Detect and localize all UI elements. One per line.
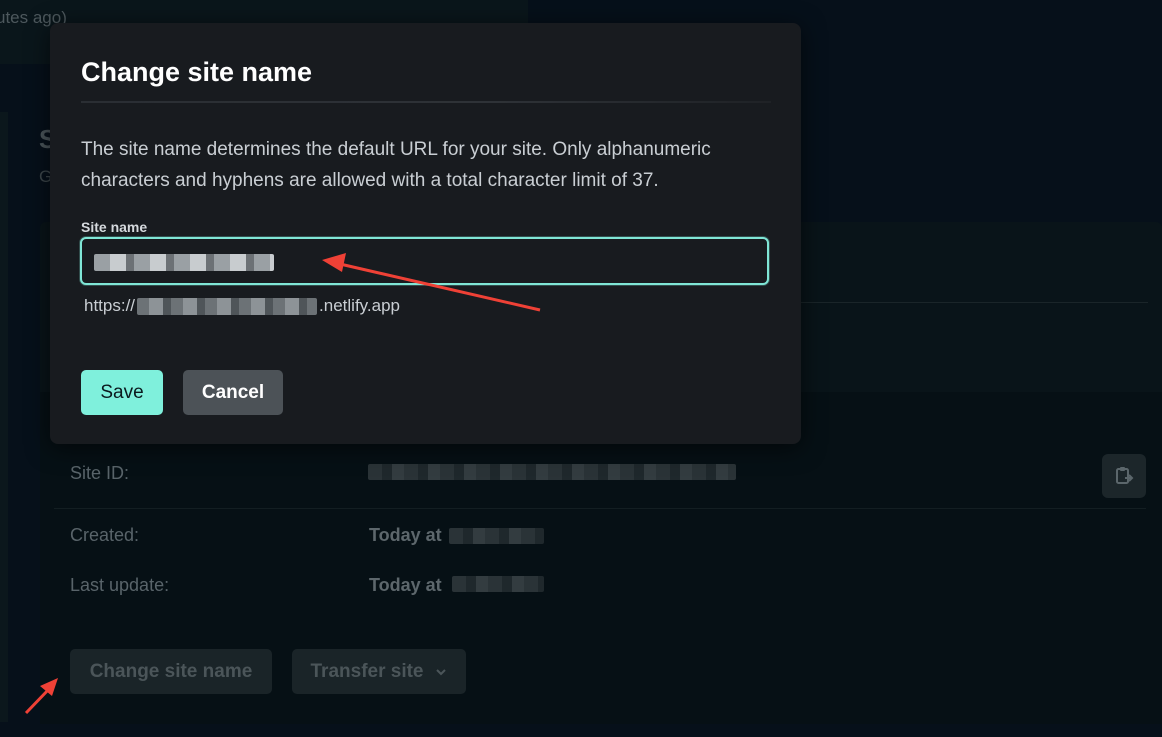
change-site-name-dialog: Change site name The site name determine… [50,23,801,444]
row-divider [54,508,1146,509]
page: utes ago) S G Site ID: Created: Today at… [0,0,1162,737]
clipboard-copy-icon [1116,467,1134,484]
cancel-button[interactable]: Cancel [183,370,283,415]
site-id-label: Site ID: [70,463,130,483]
change-site-name-button[interactable]: Change site name [70,649,272,694]
site-name-label: Site name [81,219,148,235]
transfer-site-label: Transfer site [310,660,424,682]
dialog-title: Change site name [81,57,313,87]
created-value: Today at [369,525,442,545]
save-button[interactable]: Save [81,370,163,415]
url-subdomain-redacted [137,297,318,315]
transfer-site-button[interactable]: Transfer site [292,649,466,694]
last-update-value: Today at [369,575,442,595]
last-update-label: Last update: [70,575,170,595]
dialog-divider [81,101,771,103]
card-divider [800,302,1148,303]
url-prefix: https:// [84,296,136,315]
change-site-name-label: Change site name [89,660,253,682]
last-update-time-value [452,576,544,592]
site-id-value [368,464,736,480]
url-suffix: .netlify.app [319,296,400,315]
site-url-preview: https:// .netlify.app [84,296,400,316]
created-label: Created: [70,525,140,545]
created-time-value [449,528,544,544]
dialog-description: The site name determines the default URL… [81,139,711,191]
copy-site-id-button[interactable] [1102,454,1146,498]
site-name-input[interactable] [80,237,769,285]
chevron-down-icon [435,668,446,675]
side-panel [0,112,8,722]
site-name-value-redacted [94,254,274,271]
